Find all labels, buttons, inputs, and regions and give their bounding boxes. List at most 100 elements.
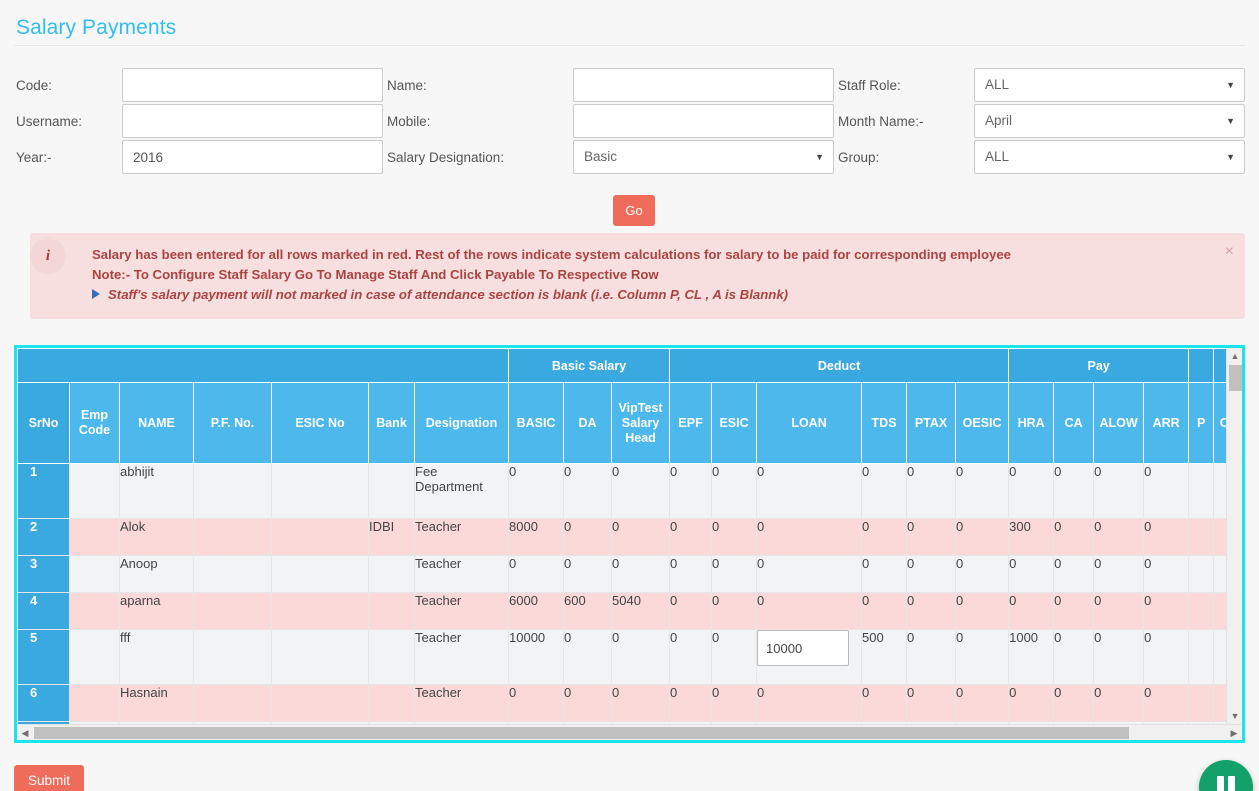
- cell-ca: 0: [1054, 464, 1094, 519]
- cell-designation: Teacher: [415, 593, 509, 630]
- month-name-select[interactable]: April ▼: [974, 104, 1245, 138]
- code-input-wrap[interactable]: [122, 68, 383, 102]
- cell-name: fff: [120, 630, 194, 685]
- cell-ca: 0: [1054, 630, 1094, 685]
- go-button[interactable]: Go: [613, 195, 655, 226]
- cell-name: Anoop: [120, 556, 194, 593]
- info-icon: i: [30, 238, 66, 274]
- cell-loan: 0: [757, 464, 862, 519]
- mobile-input-wrap[interactable]: [573, 104, 834, 138]
- salary-grid-scroll-area: Basic SalaryDeductPay SrNoEmp CodeNAMEP.…: [17, 348, 1226, 724]
- cell-name: aparna: [120, 593, 194, 630]
- filter-row-2: Username: Mobile: Month Name:- April ▼: [0, 104, 1259, 140]
- year-input[interactable]: [133, 141, 372, 173]
- code-input[interactable]: [133, 69, 372, 101]
- column-header-designation: Designation: [415, 383, 509, 464]
- cell-epf: 0: [670, 556, 712, 593]
- cell-name: Alok: [120, 519, 194, 556]
- salary-table: Basic SalaryDeductPay SrNoEmp CodeNAMEP.…: [17, 348, 1226, 724]
- cell-p-f-no: [194, 464, 272, 519]
- scroll-right-icon[interactable]: ▶: [1226, 725, 1242, 741]
- cell-tds: 0: [862, 519, 907, 556]
- cell-ptax: 0: [907, 685, 956, 722]
- vertical-scroll-thumb[interactable]: [1229, 365, 1242, 391]
- horizontal-scroll-thumb[interactable]: [34, 727, 1129, 739]
- scroll-up-icon[interactable]: ▲: [1227, 348, 1243, 364]
- column-header-p-f-no: P.F. No.: [194, 383, 272, 464]
- cell-basic: 8000: [509, 519, 564, 556]
- column-header-oesic: OESIC: [956, 383, 1009, 464]
- cell-loan: 0: [757, 593, 862, 630]
- cell-epf: 0: [670, 519, 712, 556]
- cell-arr: 0: [1144, 685, 1189, 722]
- cell-tds: 0: [862, 464, 907, 519]
- cell-hra: 0: [1009, 556, 1054, 593]
- cell-loan[interactable]: [757, 630, 862, 685]
- cell-oesic: 0: [956, 556, 1009, 593]
- cell-p-f-no: [194, 593, 272, 630]
- column-header-ptax: PTAX: [907, 383, 956, 464]
- horizontal-scrollbar[interactable]: ◀ ▶: [17, 724, 1242, 740]
- column-header-epf: EPF: [670, 383, 712, 464]
- cell-designation: Teacher: [415, 556, 509, 593]
- cell-p: [1189, 464, 1214, 519]
- cell-oesic: 0: [956, 593, 1009, 630]
- group-value: ALL: [985, 149, 1009, 164]
- username-label: Username:: [16, 104, 82, 140]
- submit-button[interactable]: Submit: [14, 765, 84, 791]
- cell-srno: 5: [18, 630, 70, 685]
- cell-cl: [1214, 593, 1226, 630]
- cell-ptax: 0: [907, 630, 956, 685]
- cell-ptax: 0: [907, 593, 956, 630]
- loan-input[interactable]: [757, 630, 849, 666]
- cell-srno: 2: [18, 519, 70, 556]
- table-row: 4aparnaTeacher600060050400000000000: [18, 593, 1227, 630]
- scroll-left-icon[interactable]: ◀: [17, 725, 33, 741]
- username-input[interactable]: [133, 105, 372, 137]
- cell-bank: [369, 685, 415, 722]
- table-row: 5fffTeacher100000000500001000000: [18, 630, 1227, 685]
- cell-oesic: 0: [956, 519, 1009, 556]
- cell-bank: [369, 556, 415, 593]
- cell-cl: [1214, 519, 1226, 556]
- group-header-pay: Pay: [1009, 349, 1189, 383]
- group-header-blank: [1214, 349, 1226, 383]
- cell-emp-code: [70, 464, 120, 519]
- salary-table-head: Basic SalaryDeductPay SrNoEmp CodeNAMEP.…: [18, 349, 1227, 464]
- alert-close-icon[interactable]: ×: [1225, 246, 1234, 258]
- cell-esic-no: [272, 519, 369, 556]
- column-header-viptest-salary-head: VipTest Salary Head: [612, 383, 670, 464]
- filter-form: Code: Name: Staff Role: ALL ▼ Username: …: [0, 60, 1259, 188]
- cell-oesic: 0: [956, 630, 1009, 685]
- play-arrow-icon: [92, 289, 100, 299]
- scroll-down-icon[interactable]: ▼: [1227, 708, 1243, 724]
- cell-designation: Fee Department: [415, 464, 509, 519]
- group-header-basic-salary: Basic Salary: [509, 349, 670, 383]
- cell-cl: [1214, 556, 1226, 593]
- mobile-input[interactable]: [584, 105, 823, 137]
- column-header-cl: CL: [1214, 383, 1226, 464]
- pause-icon[interactable]: [1199, 760, 1253, 791]
- cell-cl: [1214, 464, 1226, 519]
- year-label: Year:-: [16, 140, 52, 176]
- staff-role-select[interactable]: ALL ▼: [974, 68, 1245, 102]
- cell-ca: 0: [1054, 519, 1094, 556]
- cell-tds: 500: [862, 630, 907, 685]
- cell-epf: 0: [670, 464, 712, 519]
- cell-loan: 0: [757, 685, 862, 722]
- cell-basic: 0: [509, 464, 564, 519]
- vertical-scrollbar[interactable]: ▲ ▼: [1226, 348, 1242, 724]
- cell-arr: 0: [1144, 630, 1189, 685]
- name-input-wrap[interactable]: [573, 68, 834, 102]
- username-input-wrap[interactable]: [122, 104, 383, 138]
- cell-bank: [369, 593, 415, 630]
- cell-da: 600: [564, 593, 612, 630]
- cell-esic: 0: [712, 464, 757, 519]
- year-input-wrap[interactable]: [122, 140, 383, 174]
- cell-bank: IDBI: [369, 519, 415, 556]
- salary-designation-select[interactable]: Basic ▼: [573, 140, 834, 174]
- name-input[interactable]: [584, 69, 823, 101]
- group-select[interactable]: ALL ▼: [974, 140, 1245, 174]
- cell-p-f-no: [194, 519, 272, 556]
- cell-designation: Teacher: [415, 630, 509, 685]
